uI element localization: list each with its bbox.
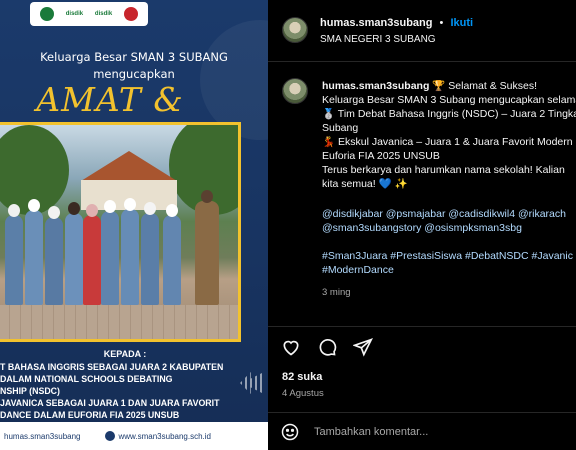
emoji-button[interactable] — [280, 422, 300, 442]
student — [5, 215, 23, 305]
student-hijab — [86, 204, 98, 217]
student-head — [68, 202, 80, 215]
student-hijab — [166, 204, 178, 217]
caption-line: humas.sman3subang 🏆 Selamat & Sukses! — [322, 80, 576, 94]
heart-icon — [283, 340, 299, 356]
caption-mentions[interactable]: @disdikjabar @psmajabar @cadisdikwil4 @r… — [322, 208, 576, 222]
paving-floor — [0, 305, 238, 339]
comment-input[interactable] — [314, 423, 564, 441]
student-hijab — [144, 202, 156, 215]
poster-website: www.sman3subang.sch.id — [118, 431, 212, 441]
separator-dot: • — [439, 17, 444, 29]
follow-button[interactable]: Ikuti — [450, 17, 473, 29]
comment-button[interactable] — [316, 336, 338, 358]
student — [65, 213, 83, 305]
student-hijab — [8, 204, 20, 217]
group-photo — [0, 122, 241, 342]
poster-line-2: mengucapkan — [93, 67, 175, 81]
emoji-icon — [281, 423, 299, 441]
caption-line: kita semua! 💙 ✨ — [322, 178, 408, 190]
caption-hashtags[interactable]: #ModernDance — [322, 264, 576, 278]
send-icon — [353, 338, 373, 357]
disdik-logo: disdik — [94, 11, 113, 17]
caption-hashtags[interactable]: #Sman3Juara #PrestasiSiswa #DebatNSDC #J… — [322, 250, 576, 264]
student-hijab — [28, 199, 40, 212]
poster-award-line: T BAHASA INGGRIS SEBAGAI JUARA 2 KABUPAT… — [0, 362, 224, 372]
post-date: 4 Agustus — [282, 388, 324, 399]
teacher-head — [201, 190, 213, 203]
caption-line: Keluarga Besar SMAN 3 Subang mengucapkan… — [322, 94, 576, 106]
comment-bar — [268, 412, 576, 450]
like-button[interactable] — [280, 336, 302, 358]
actions-divider — [268, 326, 576, 327]
poster-award-line: NSHIP (NSDC) — [0, 386, 60, 396]
poster-award-line: JAVANICA SEBAGAI JUARA 1 DAN JUARA FAVOR… — [0, 398, 220, 408]
likes-count[interactable]: 82 suka — [282, 371, 322, 383]
poster-footer: humas.sman3subang www.sman3subang.sch.id — [0, 422, 268, 450]
post-details-panel: humas.sman3subang • Ikuti SMA NEGERI 3 S… — [268, 0, 576, 450]
student — [101, 211, 119, 305]
caption-line: Subang — [322, 122, 359, 134]
caption-line: 💃 Ekskul Javanica – Juara 1 & Juara Favo… — [322, 136, 573, 148]
student — [45, 217, 63, 305]
post-author-header: humas.sman3subang • Ikuti — [320, 17, 473, 29]
student — [121, 209, 139, 305]
caption-username[interactable]: humas.sman3subang — [322, 80, 429, 92]
author-username[interactable]: humas.sman3subang — [320, 17, 432, 29]
poster-instagram-handle: humas.sman3subang — [4, 431, 81, 441]
poster-kepada: KEPADA : — [103, 349, 147, 359]
student-hijab — [48, 206, 60, 219]
school-logo-icon — [124, 7, 139, 21]
student — [163, 215, 181, 305]
globe-icon — [104, 431, 115, 441]
jabar-logo-icon — [39, 7, 54, 21]
poster-award-line: DALAM NATIONAL SCHOOLS DEBATING — [0, 374, 173, 384]
caption-avatar[interactable] — [282, 78, 308, 104]
student — [25, 210, 43, 305]
caption-line: 🥈 Tim Debat Bahasa Inggris (NSDC) – Juar… — [322, 108, 576, 120]
disdik-logo: disdik — [65, 11, 84, 17]
partner-logos: disdik disdik — [30, 2, 148, 26]
author-location[interactable]: SMA NEGERI 3 SUBANG — [320, 34, 436, 45]
avatar[interactable] — [282, 17, 308, 43]
student-hijab — [104, 200, 116, 213]
caption-mentions[interactable]: @sman3subangstory @osismpksman3sbg — [322, 222, 576, 236]
student-hijab — [124, 198, 136, 211]
student — [83, 215, 101, 305]
caption-age: 3 ming — [322, 287, 351, 298]
poster-line-1: Keluarga Besar SMAN 3 SUBANG — [40, 50, 228, 64]
comment-icon — [319, 339, 337, 356]
share-button[interactable] — [352, 336, 374, 358]
caption-line: Terus berkarya dan harumkan nama sekolah… — [322, 164, 565, 176]
post-image[interactable]: disdik disdik Keluarga Besar SMAN 3 SUBA… — [0, 0, 268, 450]
teacher — [195, 201, 219, 305]
post-actions — [280, 336, 374, 358]
caption-text: 🏆 Selamat & Sukses! — [432, 80, 537, 92]
header-divider — [268, 61, 576, 62]
poster-award-line: DANCE DALAM EUFORIA FIA 2025 UNSUB — [0, 410, 180, 420]
caption-line: Euforia FIA 2025 UNSUB — [322, 150, 440, 162]
student — [141, 213, 159, 305]
